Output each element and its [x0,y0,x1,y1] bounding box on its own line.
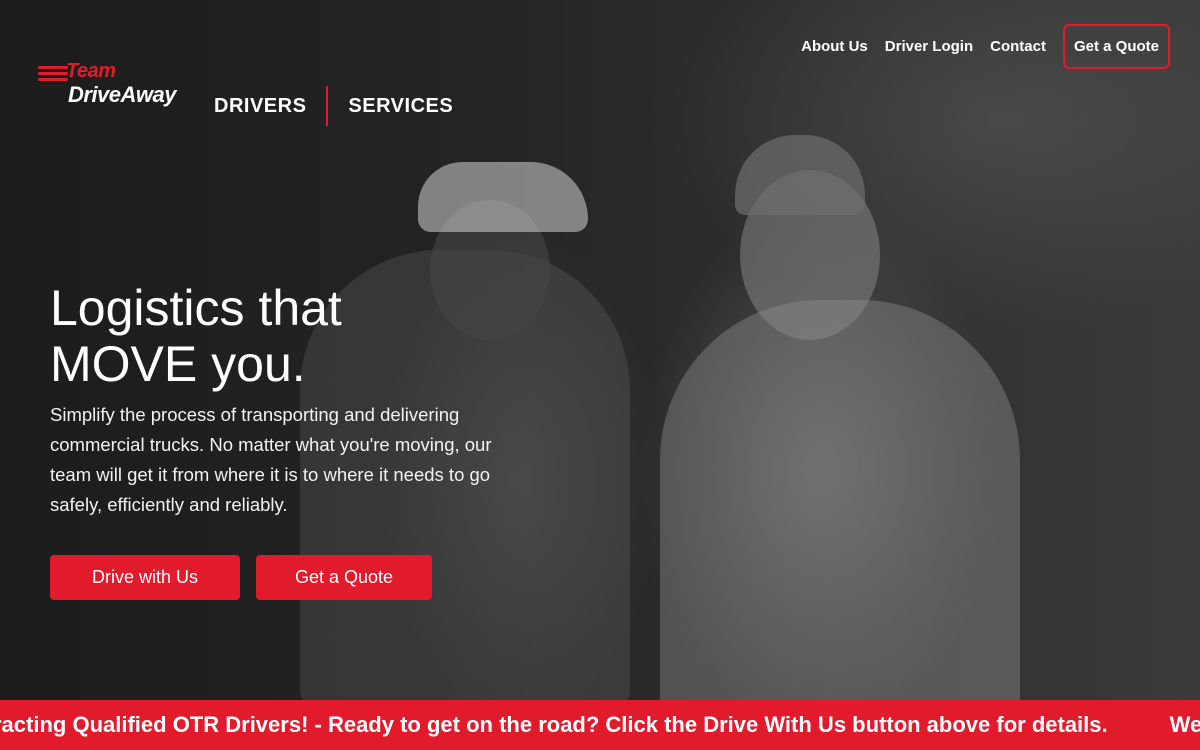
announcement-ticker: racting Qualified OTR Drivers! - Ready t… [0,700,1200,750]
hero-headline: Logistics that MOVE you. [50,280,342,392]
nav-contact[interactable]: Contact [990,38,1046,55]
logo-team-text: Team [66,60,116,82]
drive-with-us-button[interactable]: Drive with Us [50,555,240,600]
ticker-message-repeat: We [1169,712,1200,737]
hero-headline-line1: Logistics that [50,280,342,336]
hero-photo-person-right [660,300,1020,700]
hero-get-quote-button[interactable]: Get a Quote [256,555,432,600]
nav-services[interactable]: SERVICES [348,95,453,118]
logo-speed-lines-icon [38,66,68,82]
hero-photo-person-left-cap [418,162,588,232]
header-get-quote-button[interactable]: Get a Quote [1062,24,1170,69]
hero-subtext: Simplify the process of transporting and… [50,404,492,515]
ticker-track: racting Qualified OTR Drivers! - Ready t… [0,712,1200,738]
ticker-message: racting Qualified OTR Drivers! - Ready t… [0,712,1108,737]
site-logo[interactable]: Team DriveAway [38,60,188,110]
nav-divider [326,86,329,126]
nav-driver-login[interactable]: Driver Login [885,38,973,55]
logo-driveaway-text: DriveAway [68,82,177,107]
utility-nav: About Us Driver Login Contact Get a Quot… [801,24,1170,69]
hero-headline-line2: MOVE you. [50,336,306,392]
nav-about-us[interactable]: About Us [801,38,868,55]
nav-drivers[interactable]: DRIVERS [214,95,306,118]
main-nav: DRIVERS SERVICES [214,86,453,126]
hero-photo-person-right-cap [735,135,865,215]
